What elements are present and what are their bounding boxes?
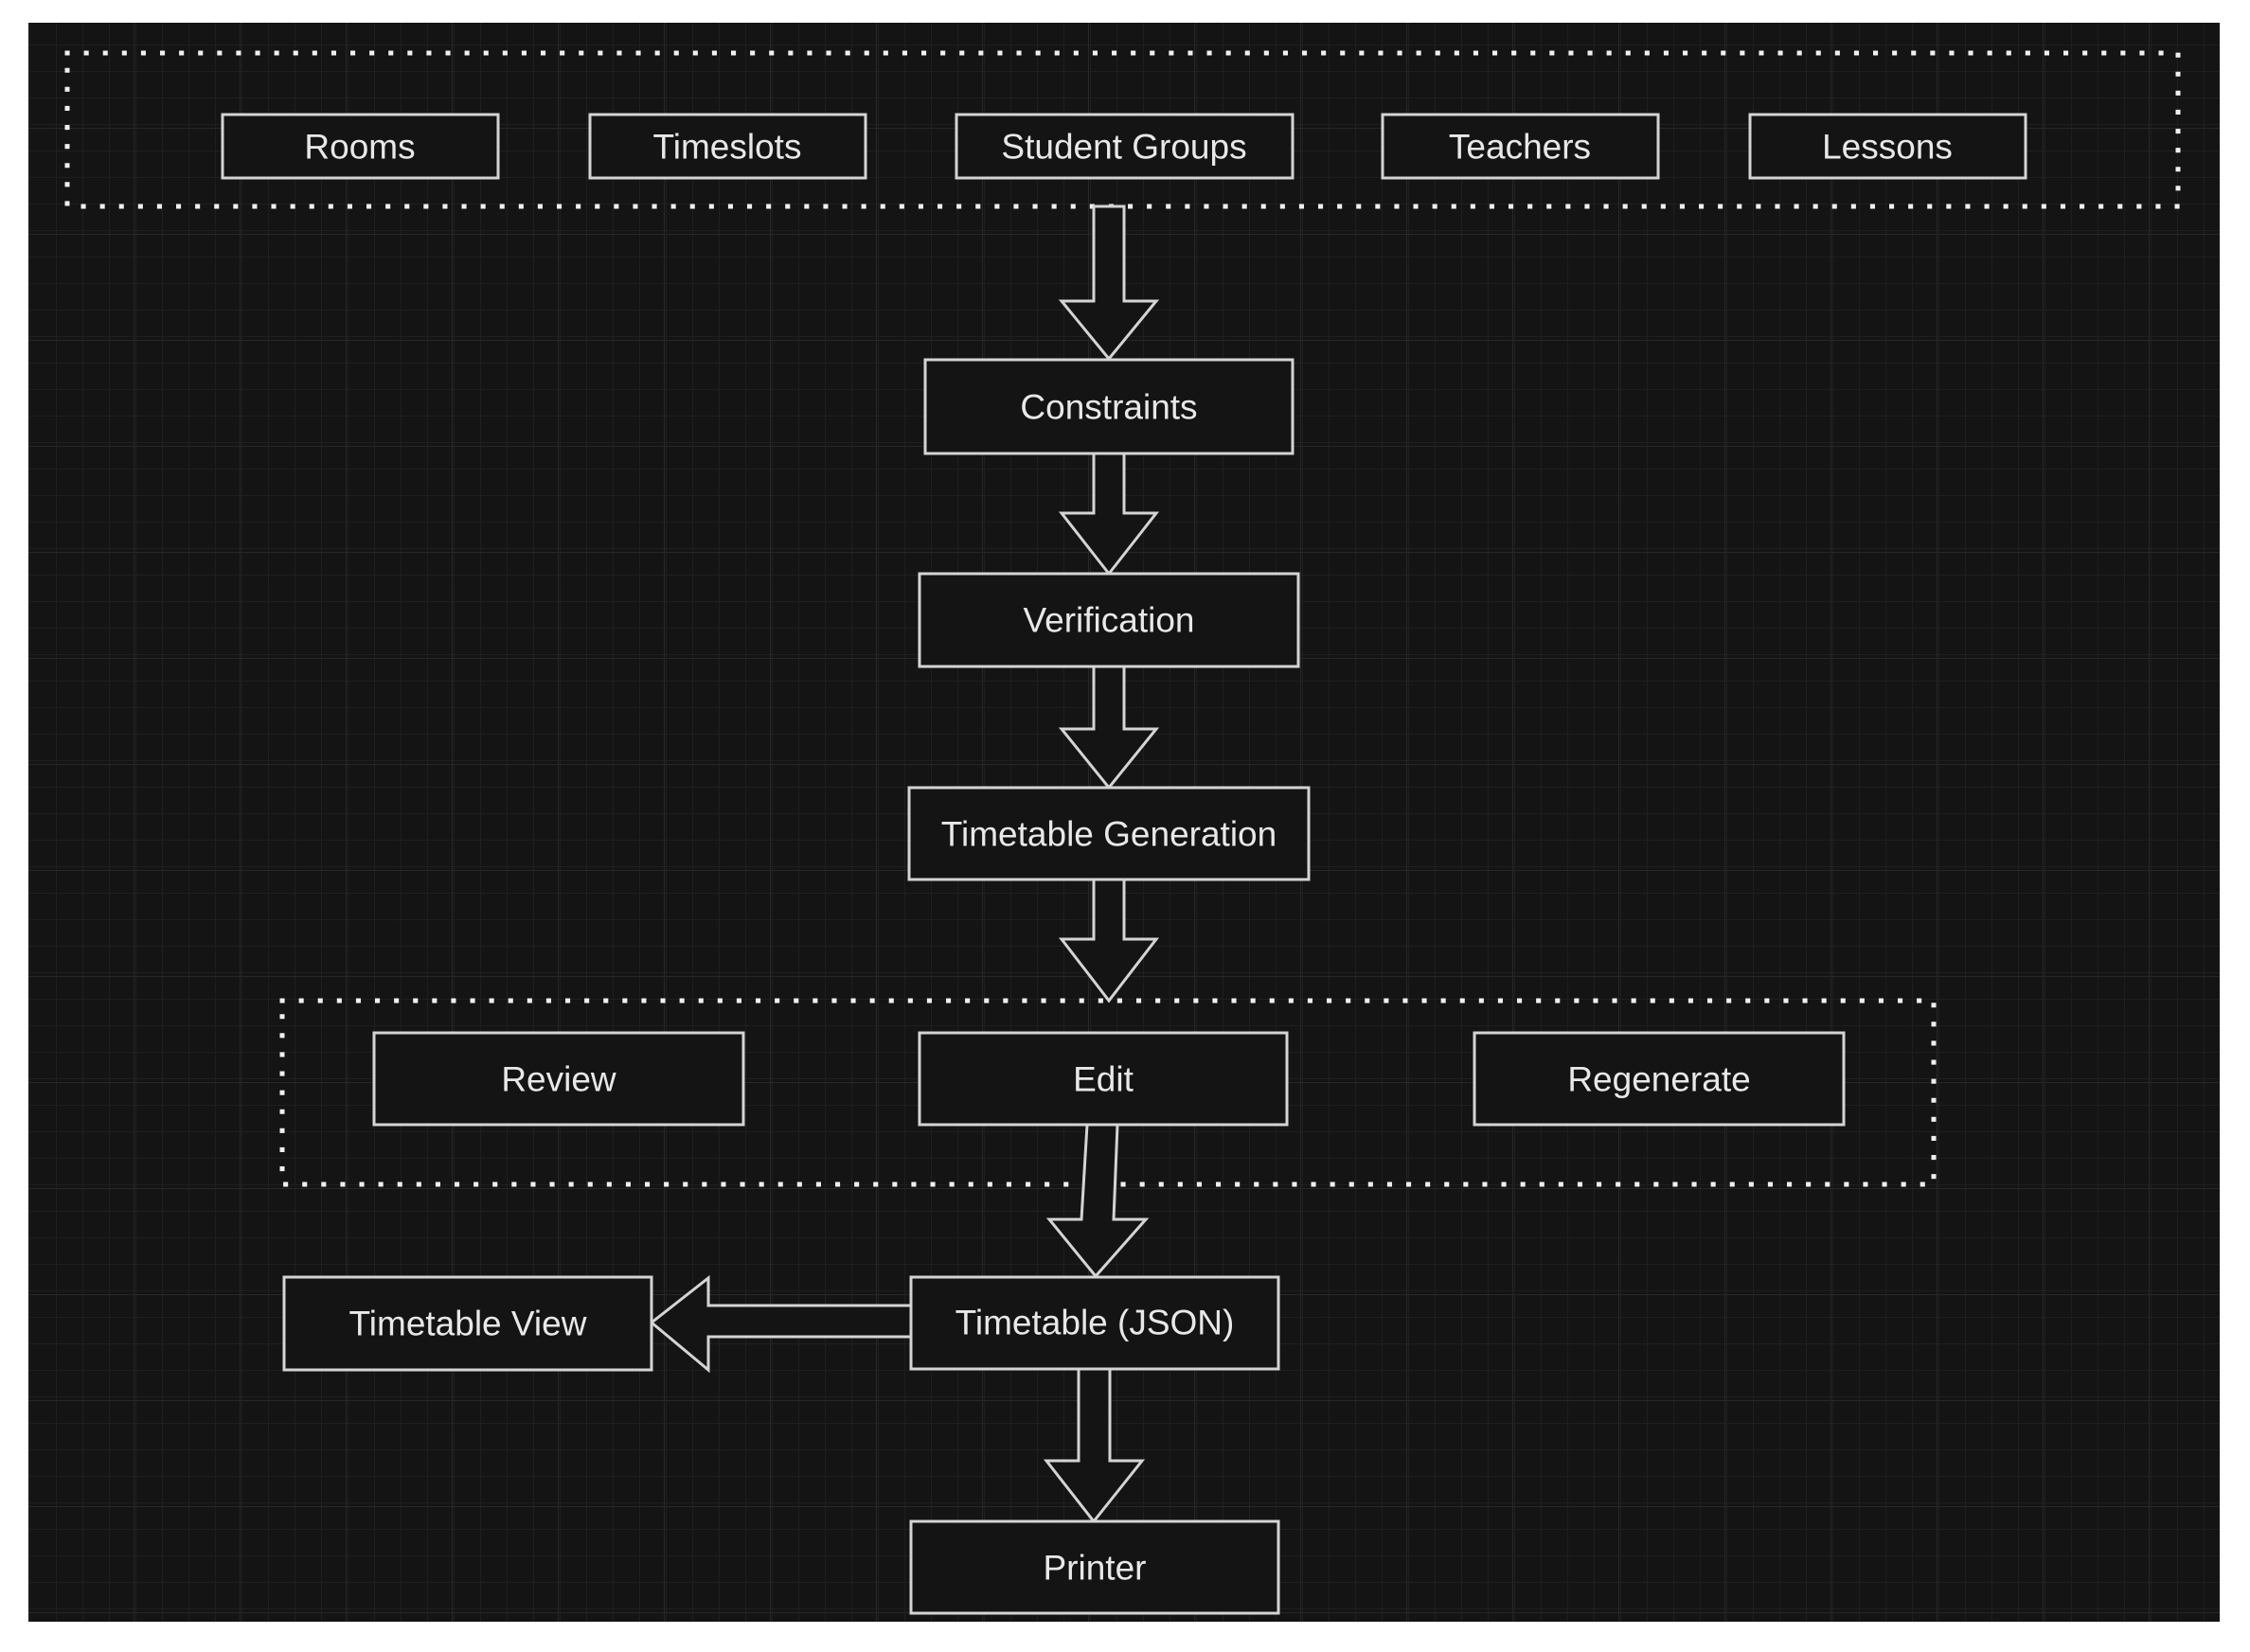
node-label: Student Groups bbox=[1001, 128, 1246, 167]
node-printer[interactable]: Printer bbox=[909, 1519, 1280, 1615]
node-label: Printer bbox=[1044, 1549, 1147, 1588]
node-label: Timetable Generation bbox=[941, 815, 1277, 854]
node-student-groups[interactable]: Student Groups bbox=[955, 113, 1295, 180]
node-label: Review bbox=[501, 1060, 616, 1099]
node-timeslots[interactable]: Timeslots bbox=[588, 113, 867, 180]
node-label: Teachers bbox=[1449, 128, 1591, 167]
node-label: Timetable (JSON) bbox=[955, 1304, 1235, 1342]
node-review[interactable]: Review bbox=[372, 1031, 745, 1127]
node-label: Lessons bbox=[1822, 128, 1953, 167]
node-timetable-view[interactable]: Timetable View bbox=[282, 1275, 653, 1372]
node-regenerate[interactable]: Regenerate bbox=[1473, 1031, 1846, 1127]
node-label: Edit bbox=[1073, 1060, 1134, 1099]
node-label: Rooms bbox=[304, 128, 415, 167]
node-label: Constraints bbox=[1020, 388, 1197, 427]
node-lessons[interactable]: Lessons bbox=[1748, 113, 2027, 180]
node-teachers[interactable]: Teachers bbox=[1381, 113, 1660, 180]
node-label: Timetable View bbox=[349, 1305, 587, 1343]
node-constraints[interactable]: Constraints bbox=[923, 358, 1295, 455]
node-rooms[interactable]: Rooms bbox=[221, 113, 500, 180]
node-verification[interactable]: Verification bbox=[918, 572, 1300, 668]
node-label: Timeslots bbox=[653, 128, 802, 167]
node-timetable-json[interactable]: Timetable (JSON) bbox=[909, 1275, 1280, 1371]
node-label: Verification bbox=[1024, 601, 1195, 640]
node-timetable-generation[interactable]: Timetable Generation bbox=[907, 786, 1311, 881]
node-label: Regenerate bbox=[1567, 1060, 1750, 1099]
node-edit[interactable]: Edit bbox=[918, 1031, 1289, 1127]
flow-diagram: Rooms Timeslots Student Groups Teachers … bbox=[28, 23, 2220, 1622]
